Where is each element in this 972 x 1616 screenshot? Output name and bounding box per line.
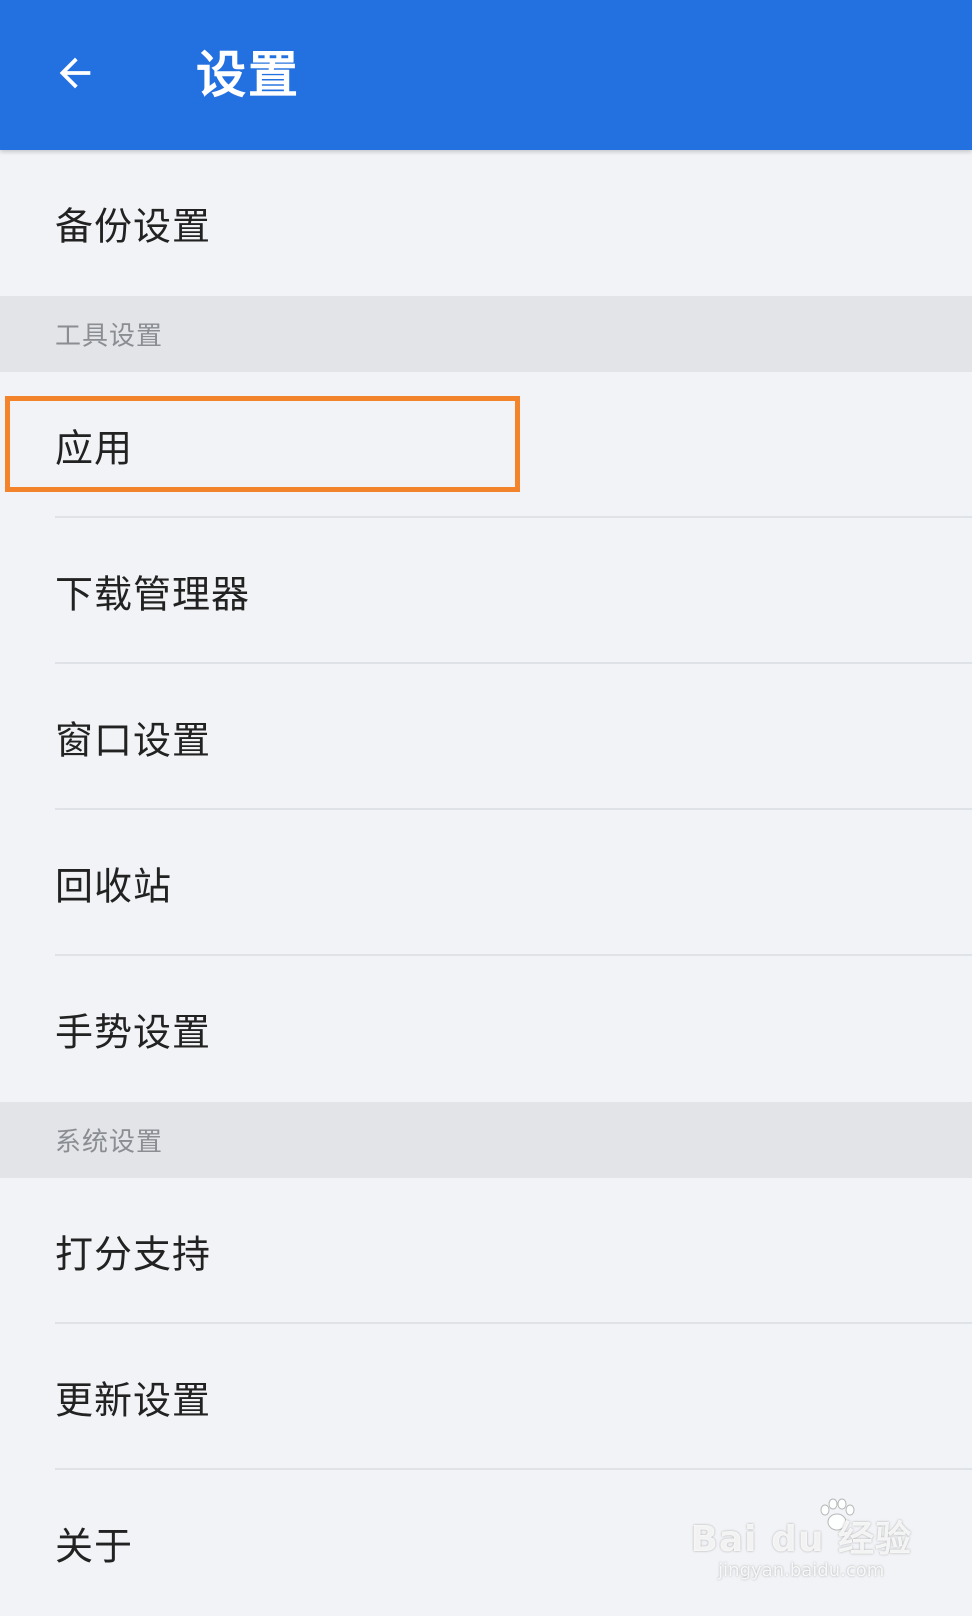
list-item-gesture-settings[interactable]: 手势设置 [0,956,972,1102]
list-item-label: 更新设置 [55,1378,212,1423]
section-header-system: 系统设置 [0,1102,972,1178]
section-header-label: 系统设置 [55,1127,164,1158]
section-header-tools: 工具设置 [0,296,972,372]
arrow-left-icon [52,50,98,100]
list-item-download-manager[interactable]: 下载管理器 [0,518,972,664]
list-item-recycle-bin[interactable]: 回收站 [0,810,972,956]
watermark-logo-text: Bai du 经验 [690,1519,912,1560]
list-item-apps[interactable]: 应用 [0,372,972,518]
list-item-label: 窗口设置 [55,718,212,763]
list-item-label: 关于 [55,1524,134,1569]
list-item-label: 备份设置 [55,204,212,249]
list-item-label: 手势设置 [55,1010,212,1055]
back-button[interactable] [40,40,110,110]
list-item-label: 回收站 [55,864,173,909]
list-item-label: 应用 [55,426,134,471]
list-item-rate-support[interactable]: 打分支持 [0,1178,972,1324]
list-item-label: 打分支持 [55,1232,212,1277]
list-item-window-settings[interactable]: 窗口设置 [0,664,972,810]
list-item-update-settings[interactable]: 更新设置 [0,1324,972,1470]
baidu-watermark: Bai du 经验 jingyan.baidu.com [690,1520,912,1582]
list-item-label: 下载管理器 [55,572,251,617]
app-bar: 设置 [0,0,972,150]
watermark-url: jingyan.baidu.com [718,1560,885,1581]
list-item-backup-settings[interactable]: 备份设置 [0,150,972,296]
section-header-label: 工具设置 [55,321,164,352]
settings-list: 备份设置 工具设置 应用 下载管理器 窗口设置 回收站 手势设置 系统设置 打分… [0,150,972,1616]
page-title: 设置 [196,46,300,104]
